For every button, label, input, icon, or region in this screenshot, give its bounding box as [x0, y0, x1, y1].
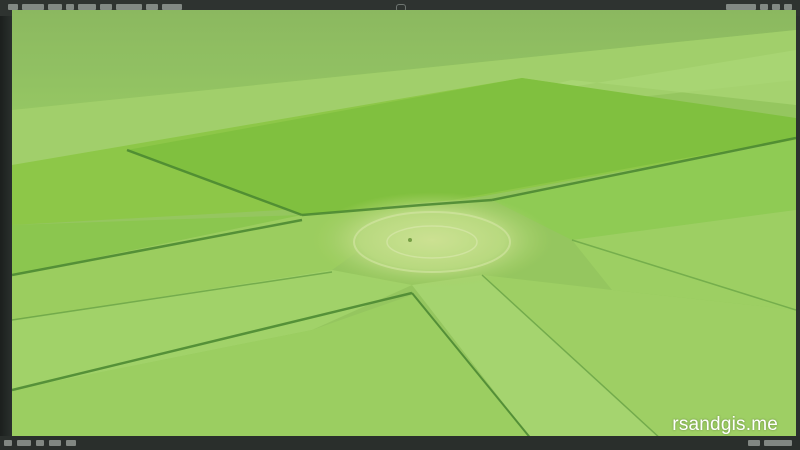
bottom-bar: [0, 436, 800, 450]
haze-overlay: [12, 10, 796, 440]
screenshot-frame: rsandgis.me: [0, 0, 800, 450]
tray-icons[interactable]: [748, 440, 792, 446]
aerial-field-image: [12, 10, 796, 440]
watermark-text: rsandgis.me: [672, 414, 778, 435]
left-border: [0, 16, 12, 436]
taskbar-icons[interactable]: [4, 440, 76, 446]
